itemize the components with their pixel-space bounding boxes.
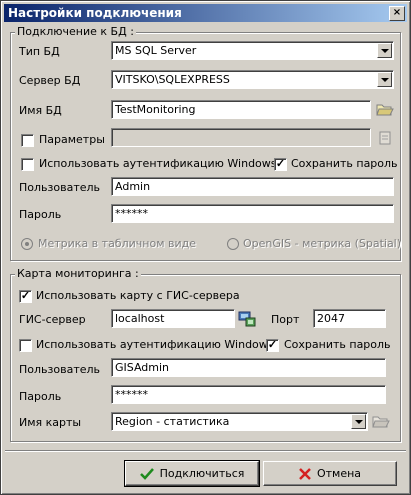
db-type-value: MS SQL Server [115, 44, 197, 57]
db-type-select[interactable]: MS SQL Server [111, 41, 394, 60]
map-save-password-label: Сохранить пароль [284, 338, 391, 351]
open-folder-icon[interactable] [372, 413, 390, 429]
db-windows-auth-checkbox[interactable] [21, 158, 34, 171]
open-folder-icon[interactable] [376, 101, 394, 117]
db-user-input[interactable]: Admin [111, 177, 394, 196]
metric-table-radio [21, 238, 33, 250]
params-label: Параметры [39, 133, 105, 146]
params-checkbox[interactable] [21, 134, 34, 147]
metric-spatial-label: OpenGIS - метрика (Spatial) [243, 237, 402, 250]
map-windows-auth-checkbox[interactable] [19, 339, 32, 352]
map-password-label: Пароль [19, 390, 62, 403]
gis-server-input[interactable]: localhost [111, 309, 235, 328]
map-name-label: Имя карты [19, 416, 82, 429]
db-name-label: Имя БД [19, 104, 62, 117]
map-group-legend: Карта мониторинга : [15, 267, 141, 280]
db-password-label: Пароль [19, 208, 62, 221]
window-title: Настройки подключения [8, 6, 182, 20]
network-server-icon[interactable] [238, 310, 256, 328]
db-windows-auth-label: Использовать аутентификацию Windows [39, 157, 277, 170]
connect-label: Подключиться [159, 467, 245, 480]
chevron-down-icon[interactable] [377, 72, 392, 87]
db-server-select[interactable]: VITSKO\SQLEXPRESS [111, 70, 394, 89]
metric-table-label: Метрика в табличном виде [38, 237, 196, 250]
cancel-label: Отмена [316, 467, 362, 480]
chevron-down-icon[interactable] [351, 414, 366, 429]
use-gis-checkbox[interactable]: ✓ [19, 290, 32, 303]
db-server-value: VITSKO\SQLEXPRESS [115, 73, 230, 86]
map-save-password-checkbox[interactable]: ✓ [266, 339, 279, 352]
settings-file-icon [379, 131, 391, 145]
metric-spatial-radio [227, 238, 239, 250]
cross-icon [299, 467, 311, 480]
settings-dialog: Настройки подключения × Подключение к БД… [0, 0, 411, 495]
title-bar[interactable]: Настройки подключения × [4, 4, 407, 22]
db-group-legend: Подключение к БД : [15, 25, 136, 38]
map-user-input[interactable]: GISAdmin [111, 358, 386, 377]
checkmark-icon [139, 467, 154, 480]
db-user-label: Пользователь [19, 181, 101, 194]
db-save-password-checkbox[interactable]: ✓ [274, 158, 287, 171]
db-type-label: Тип БД [19, 45, 60, 58]
close-button[interactable]: × [389, 6, 405, 21]
port-input[interactable]: 2047 [313, 309, 386, 328]
map-password-input[interactable]: ****** [111, 385, 386, 404]
use-gis-label: Использовать карту с ГИС-сервера [36, 289, 240, 302]
footer-divider [5, 450, 406, 452]
db-name-input[interactable]: TestMonitoring [111, 100, 371, 119]
db-password-input[interactable]: ****** [111, 204, 394, 223]
gis-server-label: ГИС-сервер [19, 313, 86, 326]
params-input [111, 128, 371, 147]
map-name-value: Region - статистика [115, 415, 230, 428]
db-server-label: Сервер БД [19, 74, 81, 87]
chevron-down-icon[interactable] [377, 43, 392, 58]
connect-button[interactable]: Подключиться [124, 460, 260, 487]
db-save-password-label: Сохранить пароль [291, 157, 398, 170]
port-label: Порт [271, 313, 300, 326]
cancel-button[interactable]: Отмена [263, 461, 397, 486]
map-windows-auth-label: Использовать аутентификацию Windows [36, 338, 274, 351]
map-name-select[interactable]: Region - статистика [111, 412, 368, 431]
map-user-label: Пользователь [19, 363, 101, 376]
